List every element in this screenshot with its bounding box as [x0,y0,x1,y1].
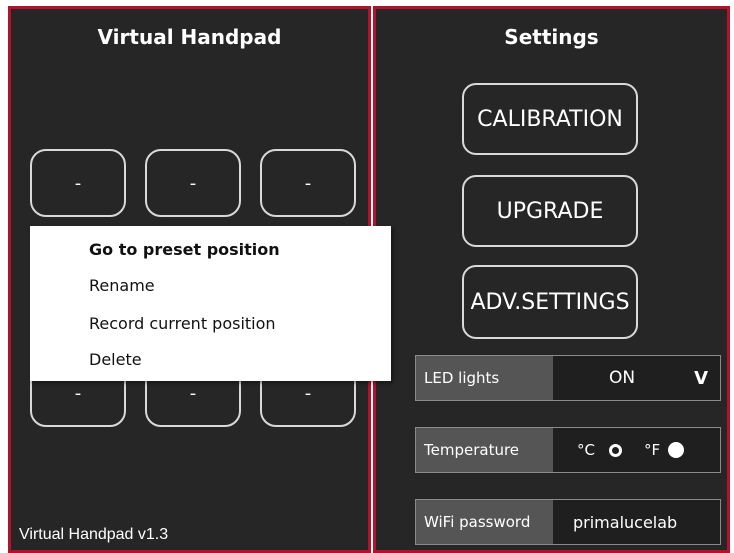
preset-label: - [74,172,82,194]
adv-settings-label: ADV.SETTINGS [470,289,630,315]
preset-label: - [189,382,197,404]
preset-label: - [189,172,197,194]
temperature-row: Temperature °C °F [415,427,721,473]
preset-label: - [304,382,312,404]
calibration-label: CALIBRATION [477,106,623,132]
led-lights-row: LED lights ON V [415,355,721,401]
menu-item-go-to-preset[interactable]: Go to preset position [89,240,280,259]
upgrade-label: UPGRADE [496,198,604,224]
menu-item-rename[interactable]: Rename [89,276,155,295]
led-lights-value: ON [609,368,636,388]
preset-button-1[interactable]: - [30,149,126,217]
version-label: Virtual Handpad v1.3 [19,526,169,543]
temperature-unit-selector: °C °F [553,428,720,472]
settings-panel: Settings CALIBRATION UPGRADE ADV.SETTING… [373,6,730,553]
fahrenheit-radio[interactable] [668,442,685,458]
panel-title: Settings [504,25,599,49]
fahrenheit-label: °F [643,441,661,459]
temperature-label: Temperature [416,428,553,472]
window: Virtual Handpad - - - - - - Virtual Hand… [0,0,734,553]
wifi-password-field[interactable]: primalucelab [553,500,720,544]
wifi-password-value: primalucelab [573,512,678,532]
preset-button-3[interactable]: - [260,149,356,217]
menu-item-delete[interactable]: Delete [89,350,142,369]
celsius-radio[interactable] [608,443,622,457]
wifi-password-row: WiFi password primalucelab [415,499,721,545]
calibration-button[interactable]: CALIBRATION [462,83,638,155]
upgrade-button[interactable]: UPGRADE [462,175,638,247]
preset-label: - [304,172,312,194]
context-menu: Go to preset position Rename Record curr… [30,226,391,381]
menu-item-record-position[interactable]: Record current position [89,314,276,333]
adv-settings-button[interactable]: ADV.SETTINGS [462,265,638,339]
chevron-down-icon: V [694,367,708,389]
celsius-label: °C [577,441,595,459]
led-lights-select[interactable]: ON V [553,356,720,400]
preset-button-2[interactable]: - [145,149,241,217]
preset-label: - [74,382,82,404]
panel-title: Virtual Handpad [97,25,282,49]
led-lights-label: LED lights [416,356,553,400]
wifi-password-label: WiFi password [416,500,553,544]
